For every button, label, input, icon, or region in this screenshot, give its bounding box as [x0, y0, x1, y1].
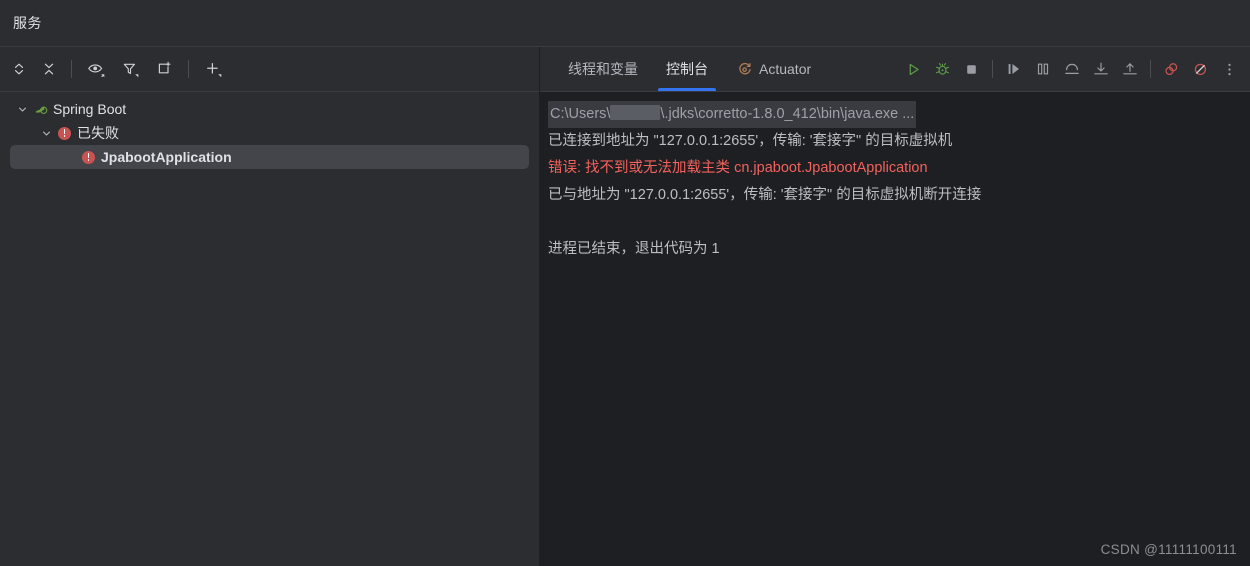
resume-icon [1008, 64, 1019, 74]
collapse-all-icon [44, 63, 54, 75]
tree-node-spring-boot[interactable]: Spring Boot [10, 97, 529, 121]
plus-icon [206, 62, 221, 77]
tab-label: 控制台 [666, 61, 708, 77]
step-out-icon [1122, 63, 1137, 75]
watermark: CSDN @11111100111 [1100, 542, 1237, 557]
stop-button[interactable] [957, 55, 986, 84]
toolbar-separator-3 [992, 60, 993, 78]
toolbar-separator [71, 60, 72, 78]
show-hide-button[interactable] [79, 54, 113, 84]
run-button[interactable] [899, 55, 928, 84]
add-tab-icon [158, 61, 170, 73]
error-icon [56, 125, 73, 142]
step-into-icon [1093, 62, 1108, 75]
spring-boot-leaf-icon [32, 101, 49, 118]
resume-program-button[interactable] [999, 55, 1028, 84]
add-service-button[interactable] [196, 54, 230, 84]
tab-console[interactable]: 控制台 [652, 47, 722, 91]
console-tabs: 线程和变量 控制台 Actuator [540, 47, 825, 91]
eye-icon [87, 63, 104, 77]
services-tree-pane: Spring Boot 已失败 JpabootApplication [0, 47, 540, 566]
filter-icon [123, 63, 138, 77]
stop-square-icon [967, 64, 976, 74]
console-output[interactable]: C:\Users\ \.jdks\corretto-1.8.0_412\bin\j… [540, 92, 1250, 566]
console-command-suffix: \.jdks\corretto-1.8.0_412\bin\java.exe .… [660, 106, 915, 122]
open-in-new-tab-button[interactable] [147, 54, 181, 84]
services-toolbar [0, 47, 539, 92]
services-split-view: Spring Boot 已失败 JpabootApplication 线程和变量… [0, 47, 1250, 566]
run-debug-toolbar [899, 47, 1250, 91]
pause-icon [1037, 63, 1048, 75]
step-out-button[interactable] [1115, 55, 1144, 84]
vertical-dots-icon [1228, 63, 1231, 75]
tool-window-header: 服务 [0, 0, 1250, 47]
tree-node-failed-group[interactable]: 已失败 [10, 121, 529, 145]
chevron-down-icon[interactable] [14, 101, 30, 117]
tab-actuator[interactable]: Actuator [722, 47, 825, 91]
step-over-button[interactable] [1057, 55, 1086, 84]
error-icon [80, 149, 97, 166]
console-line-error: 错误: 找不到或无法加载主类 cn.jpaboot.JpabootApplica… [548, 160, 928, 176]
page-title: 服务 [13, 15, 42, 31]
step-over-icon [1064, 63, 1079, 74]
tree-node-label: Spring Boot [53, 101, 127, 117]
step-into-button[interactable] [1086, 55, 1115, 84]
debug-button[interactable] [928, 55, 957, 84]
console-header: 线程和变量 控制台 Actuator [540, 47, 1250, 92]
mute-breakpoints-button[interactable] [1157, 55, 1186, 84]
chevron-down-icon[interactable] [38, 125, 54, 141]
services-tree[interactable]: Spring Boot 已失败 JpabootApplication [0, 92, 539, 566]
mute-breakpoints-icon [1165, 62, 1178, 75]
console-command-prefix: C:\Users\ [550, 106, 611, 122]
tab-threads-and-variables[interactable]: 线程和变量 [554, 47, 652, 91]
tab-label: 线程和变量 [568, 61, 638, 77]
no-breakpoint-icon [1194, 63, 1207, 75]
console-line-exit: 进程已结束，退出代码为 1 [548, 241, 720, 257]
pause-program-button[interactable] [1028, 55, 1057, 84]
view-breakpoints-button[interactable] [1186, 55, 1215, 84]
play-icon [909, 63, 919, 75]
tree-node-jpabootapplication[interactable]: JpabootApplication [10, 145, 529, 169]
tree-node-label: 已失败 [77, 125, 119, 141]
toolbar-separator-4 [1150, 60, 1151, 78]
console-line-command: C:\Users\ \.jdks\corretto-1.8.0_412\bin\j… [548, 101, 1250, 128]
expand-collapse-button[interactable] [4, 54, 34, 84]
tree-node-label: JpabootApplication [101, 149, 232, 165]
services-tool-window: 服务 Spring Boot 已失败 JpabootApplication 线程… [0, 0, 1250, 566]
bug-icon [935, 62, 950, 75]
collapse-all-button[interactable] [34, 54, 64, 84]
actuator-gauge-icon [736, 61, 753, 78]
toolbar-separator-2 [188, 60, 189, 78]
run-console-pane: 线程和变量 控制台 Actuator C:\Users\ \.jdks\corr… [540, 47, 1250, 566]
console-line-connected: 已连接到地址为 "127.0.0.1:2655'，传输: '套接字" 的目标虚拟… [548, 133, 953, 149]
chevrons-up-down-icon [14, 63, 24, 75]
tab-label: Actuator [759, 61, 812, 77]
redacted-username [610, 105, 661, 120]
more-options-button[interactable] [1215, 55, 1244, 84]
filter-button[interactable] [113, 54, 147, 84]
console-line-disconnected: 已与地址为 "127.0.0.1:2655'，传输: '套接字" 的目标虚拟机断… [548, 187, 982, 203]
